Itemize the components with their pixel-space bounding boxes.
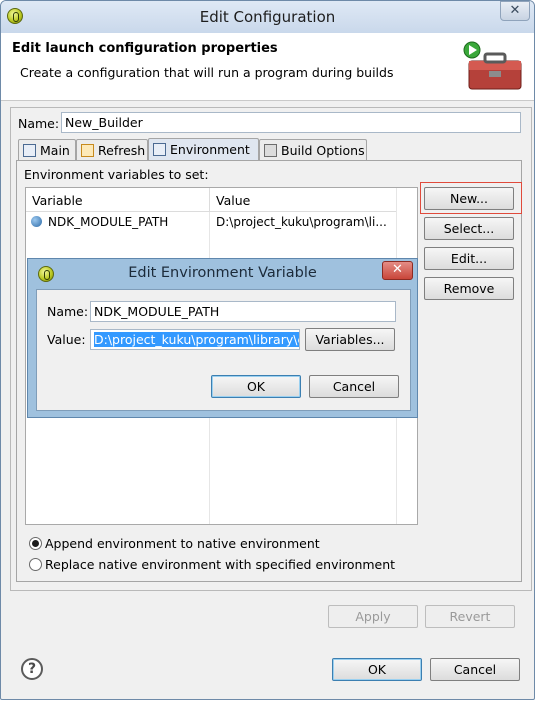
edit-dialog-close-button[interactable]: ✕: [382, 261, 413, 280]
variables-button[interactable]: Variables...: [305, 328, 395, 351]
tab-main-label: Main: [40, 143, 70, 158]
dialog-header: Edit launch configuration properties Cre…: [1, 33, 534, 101]
refresh-tab-icon: [81, 144, 94, 157]
window-close-button[interactable]: ✕: [500, 1, 530, 21]
edit-value-input[interactable]: D:\project_kuku\program\library\c: [90, 329, 300, 350]
edit-dialog-title: Edit Environment Variable: [128, 265, 317, 281]
remove-button[interactable]: Remove: [424, 277, 514, 300]
header-title: Edit launch configuration properties: [12, 41, 278, 56]
edit-environment-variable-dialog: Edit Environment Variable ✕ Name: NDK_MO…: [27, 258, 418, 418]
window-title: Edit Configuration: [199, 8, 336, 26]
select-button[interactable]: Select...: [424, 217, 514, 240]
row-value-cell: D:\project_kuku\program\li...: [216, 215, 387, 229]
ok-button[interactable]: OK: [332, 658, 422, 681]
build-options-tab-icon: [264, 144, 277, 157]
apply-button[interactable]: Apply: [328, 605, 418, 628]
cancel-button[interactable]: Cancel: [430, 658, 520, 681]
edit-value-selected-text: D:\project_kuku\program\library\c: [94, 332, 299, 347]
variable-icon: [31, 216, 42, 227]
environment-caption: Environment variables to set:: [24, 167, 209, 182]
tab-environment-label: Environment: [170, 142, 250, 157]
append-environment-label[interactable]: Append environment to native environment: [45, 536, 320, 551]
append-environment-radio[interactable]: [29, 537, 42, 550]
edit-value-label: Value:: [47, 332, 86, 347]
edit-configuration-window: Edit Configuration ✕ Edit launch configu…: [0, 0, 535, 700]
replace-environment-label[interactable]: Replace native environment with specifie…: [45, 557, 395, 572]
column-header-value[interactable]: Value: [210, 188, 397, 212]
replace-environment-radio[interactable]: [29, 558, 42, 571]
revert-button[interactable]: Revert: [425, 605, 515, 628]
tab-refresh[interactable]: Refresh: [76, 139, 148, 161]
column-header-variable[interactable]: Variable: [26, 188, 210, 212]
row-variable-cell: NDK_MODULE_PATH: [48, 215, 169, 229]
environment-tab-icon: [153, 143, 166, 156]
new-button[interactable]: New...: [424, 187, 514, 210]
tab-build-options[interactable]: Build Options: [259, 139, 367, 161]
edit-name-label: Name:: [47, 304, 89, 319]
tab-build-options-label: Build Options: [281, 143, 365, 158]
edit-button[interactable]: Edit...: [424, 247, 514, 270]
main-tab-icon: [23, 144, 36, 157]
name-label: Name:: [18, 116, 60, 131]
edit-dialog-ok-button[interactable]: OK: [211, 375, 301, 398]
tab-refresh-label: Refresh: [98, 143, 146, 158]
edit-dialog-cancel-button[interactable]: Cancel: [309, 375, 399, 398]
toolbox-icon: [463, 41, 522, 90]
name-input[interactable]: New_Builder: [61, 112, 521, 133]
tab-main[interactable]: Main: [18, 139, 76, 161]
edit-dialog-body: Name: NDK_MODULE_PATH Value: D:\project_…: [36, 289, 411, 411]
edit-name-input[interactable]: NDK_MODULE_PATH: [90, 301, 396, 322]
table-row[interactable]: NDK_MODULE_PATH D:\project_kuku\program\…: [26, 212, 396, 232]
tab-environment[interactable]: Environment: [148, 138, 259, 161]
header-message: Create a configuration that will run a p…: [20, 65, 394, 80]
help-icon[interactable]: ?: [21, 658, 43, 680]
title-bar: Edit Configuration ✕: [1, 1, 534, 33]
